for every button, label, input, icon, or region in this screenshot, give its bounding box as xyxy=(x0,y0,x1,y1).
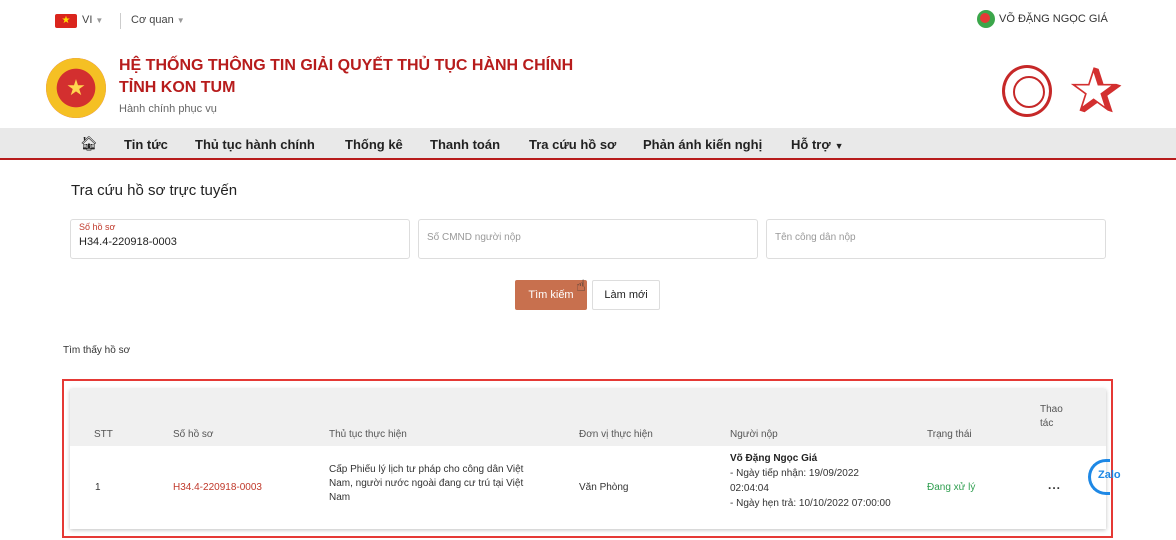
header-submitter: Người nộp xyxy=(730,429,778,440)
file-number-field[interactable]: Số hồ sơ H34.4-220918-0003 xyxy=(70,219,410,259)
id-number-field[interactable] xyxy=(418,219,758,259)
chevron-down-icon: ▼ xyxy=(834,141,844,151)
row-unit: Văn Phòng xyxy=(579,482,629,493)
top-divider xyxy=(120,13,121,29)
vietnam-flag-icon[interactable]: ★ xyxy=(55,14,77,28)
file-number-label: Số hồ sơ xyxy=(79,222,116,232)
language-label: VI xyxy=(82,14,93,26)
user-avatar-icon[interactable] xyxy=(977,10,995,28)
row-status-badge: Đang xử lý xyxy=(927,482,976,493)
home-icon[interactable]: 🏠︎ xyxy=(80,135,98,151)
row-file-number-link[interactable]: H34.4-220918-0003 xyxy=(173,481,262,495)
id-number-input[interactable] xyxy=(427,232,727,243)
citizen-name-field[interactable] xyxy=(766,219,1106,259)
nav-item-support-label: Hỗ trợ xyxy=(791,137,831,152)
row-procedure: Cấp Phiếu lý lịch tư pháp cho công dân V… xyxy=(329,463,559,505)
nav-item-support[interactable]: Hỗ trợ ▼ xyxy=(791,137,844,152)
header-procedure: Thủ tục thực hiện xyxy=(329,429,407,440)
results-found-text: Tìm thấy hồ sơ xyxy=(63,345,131,356)
site-title: HỆ THỐNG THÔNG TIN GIẢI QUYẾT THỦ TỤC HÀ… xyxy=(119,57,574,74)
nav-item-payment[interactable]: Thanh toán xyxy=(430,137,500,152)
header-file-number: Số hồ sơ xyxy=(173,429,214,440)
nav-item-procedures[interactable]: Thủ tục hành chính xyxy=(195,137,315,152)
agency-label: Cơ quan xyxy=(131,14,174,26)
more-actions-icon[interactable]: ... xyxy=(1048,478,1061,492)
header-actions-line1: Thao xyxy=(1040,404,1063,415)
language-selector[interactable]: VI ▼ xyxy=(82,14,103,26)
row-procedure-line: Nam xyxy=(329,492,351,503)
hand-cursor-icon: ☝ xyxy=(576,278,586,295)
main-navbar: 🏠︎ Tin tức Thủ tục hành chính Thống kê T… xyxy=(0,128,1176,160)
row-procedure-line: Cấp Phiếu lý lịch tư pháp cho công dân V… xyxy=(329,464,524,475)
header-stt: STT xyxy=(94,429,113,440)
top-bar: ★ VI ▼ Cơ quan ▼ VÕ ĐẶNG NGỌC GIÁ xyxy=(0,0,1176,38)
zalo-label: Zalo xyxy=(1098,469,1121,481)
row-due-date: - Ngày hẹn trả: 10/10/2022 07:00:00 xyxy=(730,498,891,509)
public-service-star-logo: ✰ xyxy=(1069,55,1123,127)
agency-selector[interactable]: Cơ quan ▼ xyxy=(131,14,185,26)
user-name[interactable]: VÕ ĐẶNG NGỌC GIÁ xyxy=(999,13,1108,25)
kon-tum-seal-logo xyxy=(1002,65,1052,117)
national-emblem-logo[interactable]: ★ xyxy=(46,58,106,118)
nav-item-file-lookup[interactable]: Tra cứu hồ sơ xyxy=(529,137,616,152)
site-tagline: Hành chính phục vụ xyxy=(119,103,217,115)
row-received-time: 02:04:04 xyxy=(730,483,769,494)
page-title: Tra cứu hồ sơ trực tuyến xyxy=(71,182,238,199)
row-stt: 1 xyxy=(95,482,101,493)
citizen-name-input[interactable] xyxy=(775,232,1075,243)
chevron-down-icon: ▼ xyxy=(95,16,104,25)
row-submitter-name: Võ Đặng Ngọc Giá xyxy=(730,453,818,464)
zalo-chat-button[interactable]: Zalo xyxy=(1088,459,1132,495)
nav-item-statistics[interactable]: Thống kê xyxy=(345,137,403,152)
nav-item-feedback[interactable]: Phản ánh kiến nghị xyxy=(643,137,762,152)
file-number-value: H34.4-220918-0003 xyxy=(79,236,177,248)
reset-button[interactable]: Làm mới xyxy=(592,280,660,310)
row-received-date: - Ngày tiếp nhận: 19/09/2022 xyxy=(730,468,859,479)
nav-item-news[interactable]: Tin tức xyxy=(124,137,168,152)
chevron-down-icon: ▼ xyxy=(176,16,185,25)
header-actions-line2: tác xyxy=(1040,418,1054,429)
header-unit: Đơn vị thực hiện xyxy=(579,429,653,440)
header-status: Trạng thái xyxy=(927,429,972,440)
star-icon: ★ xyxy=(66,75,86,100)
row-procedure-line: Nam, người nước ngoài đang cư trú tại Vi… xyxy=(329,478,524,489)
site-subtitle: TỈNH KON TUM xyxy=(119,79,236,96)
row-submitter: Võ Đặng Ngọc Giá - Ngày tiếp nhận: 19/09… xyxy=(730,451,925,511)
